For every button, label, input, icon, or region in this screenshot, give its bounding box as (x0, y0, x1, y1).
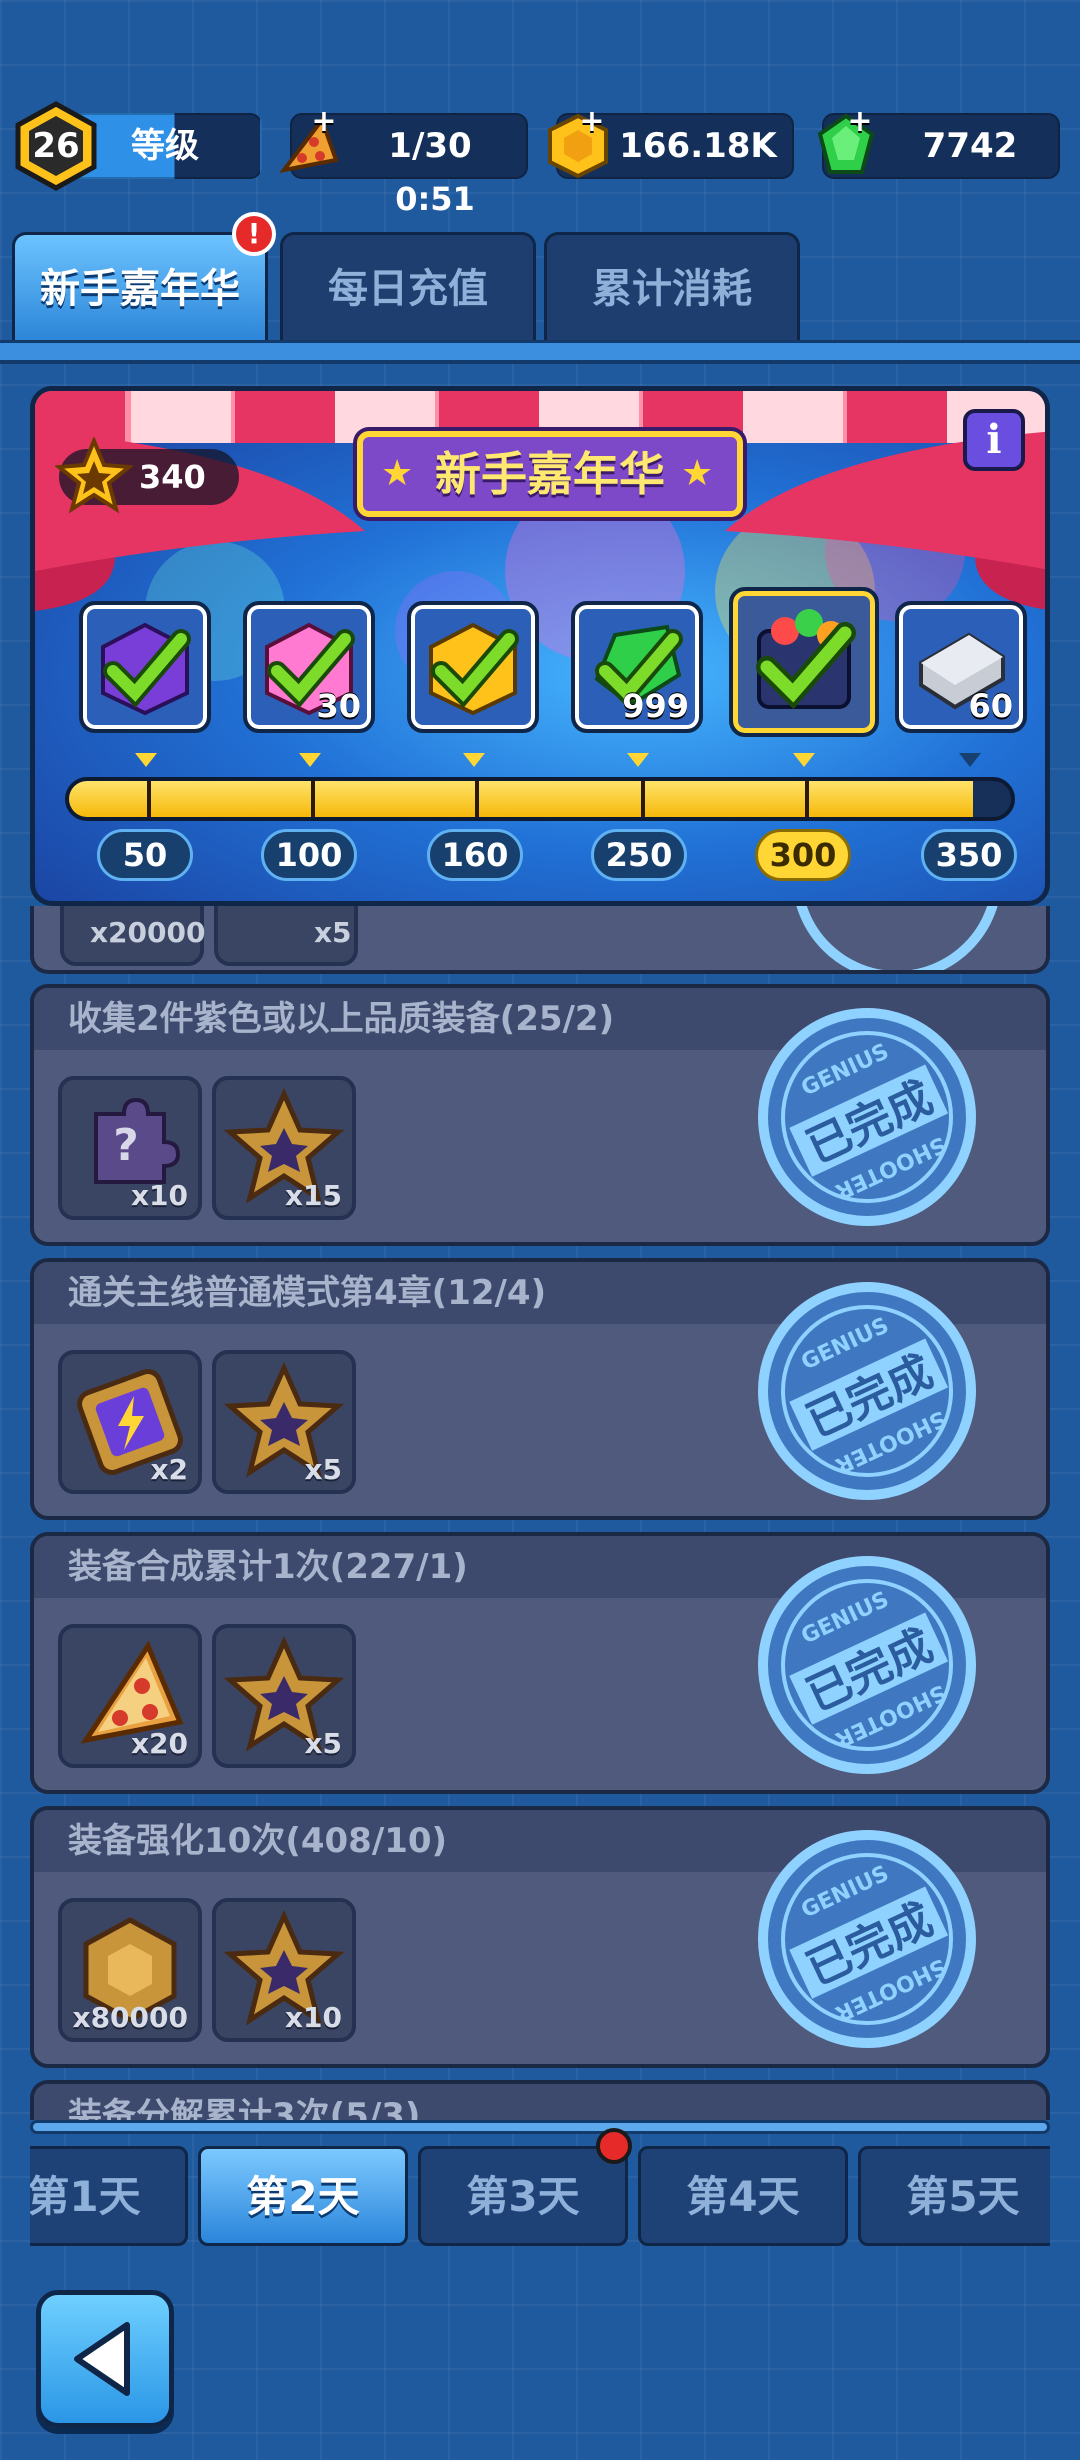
level-value: 26 (32, 126, 80, 166)
star-points-icon (55, 437, 133, 514)
reward-count: x5 (304, 1727, 342, 1760)
threshold-label: 350 (921, 829, 1017, 881)
task-title: 装备分解累计3次(5/3) (68, 2096, 421, 2120)
milestone-count: 30 (316, 687, 361, 725)
task-title: 装备合成累计1次(227/1) (68, 1547, 468, 1587)
reward-slot[interactable]: x10 (212, 1898, 356, 2042)
threshold-label: 250 (591, 829, 687, 881)
completed-stamp-icon: 已完成 GENIUS SHOOTER (758, 1282, 976, 1500)
event-banner: 340 ★ ★ 新手嘉年华 i 30 999 60 50 100 160 250… (30, 386, 1050, 906)
alert-badge-icon: ! (232, 212, 276, 256)
milestone-reward-3[interactable] (407, 601, 539, 733)
tab-underline (0, 340, 1080, 364)
reward-slot[interactable]: x20 (58, 1624, 202, 1768)
completed-stamp-icon: 已完成 GENIUS SHOOTER (758, 1556, 976, 1774)
task-title: 通关主线普通模式第4章(12/4) (68, 1273, 547, 1313)
task-title: 收集2件紫色或以上品质装备(25/2) (68, 999, 615, 1039)
completed-stamp-partial-icon (796, 906, 998, 970)
tab-day-2[interactable]: 第2天 (198, 2146, 408, 2246)
add-energy-icon[interactable]: + (310, 107, 338, 137)
tab-day-1[interactable]: 第1天 (30, 2146, 188, 2246)
gems-value: 7742 (922, 126, 1018, 166)
threshold-label: 160 (427, 829, 523, 881)
reward-count: x20 (130, 1727, 188, 1760)
tab-day-4[interactable]: 第4天 (638, 2146, 848, 2246)
reward-count: x15 (284, 1179, 342, 1212)
task-card-partial: x20000 x5 (30, 906, 1050, 974)
add-coins-icon[interactable]: + (578, 107, 606, 137)
day-alert-dot-icon (596, 2128, 632, 2164)
reward-count: x10 (130, 1179, 188, 1212)
reward-count: x20000 (90, 916, 206, 949)
gold-chest-icon (429, 622, 519, 716)
milestone-reward-4[interactable]: 999 (571, 601, 703, 733)
back-arrow-icon (74, 2322, 130, 2396)
day-tab-strip (30, 2120, 1050, 2134)
tab-cumulative-spend[interactable]: 累计消耗 (544, 232, 800, 340)
tab-day-3[interactable]: 第3天 (418, 2146, 628, 2246)
task-card: 通关主线普通模式第4章(12/4) x2 x5 已完成 GENIUS SHOOT… (30, 1258, 1050, 1520)
reward-slot[interactable]: x2 (58, 1350, 202, 1494)
milestone-count: 60 (968, 687, 1013, 725)
task-card: 装备合成累计1次(227/1) x20 x5 已完成 GENIUS SHOOTE… (30, 1532, 1050, 1794)
purple-chest-icon (101, 622, 191, 716)
milestone-pointer-icon (299, 753, 321, 767)
reward-count: x5 (314, 916, 352, 949)
milestone-reward-6[interactable]: 60 (895, 601, 1027, 733)
task-card: 收集2件紫色或以上品质装备(25/2) ? x10 x15 已完成 GENIUS… (30, 984, 1050, 1246)
milestone-reward-2[interactable]: 30 (243, 601, 375, 733)
threshold-label: 50 (97, 829, 193, 881)
mixed-gems-chest-icon (756, 609, 856, 710)
day-tabs-viewport: 第1天 第2天 第3天 第4天 第5天 (30, 2140, 1050, 2256)
milestone-pointer-icon (959, 753, 981, 767)
reward-slot[interactable]: ? x10 (58, 1076, 202, 1220)
reward-slot[interactable]: x15 (212, 1076, 356, 1220)
reward-count: x2 (150, 1453, 188, 1486)
reward-slot[interactable]: x5 (212, 1350, 356, 1494)
progress-dividers (147, 781, 809, 817)
svg-text:?: ? (113, 1120, 139, 1171)
tab-day-5[interactable]: 第5天 (858, 2146, 1050, 2246)
reward-count: x10 (284, 2001, 342, 2034)
banner-title: 新手嘉年华 (435, 447, 665, 501)
task-card: 装备强化10次(408/10) x80000 x10 已完成 GENIUS SH… (30, 1806, 1050, 2068)
reward-slot[interactable]: x5 (212, 1624, 356, 1768)
back-button[interactable] (36, 2290, 174, 2428)
milestone-count: 999 (622, 687, 689, 725)
level-label: 等级 (131, 126, 199, 166)
reward-count: x80000 (72, 2001, 188, 2034)
milestone-pointer-icon (135, 753, 157, 767)
milestone-pointer-icon (627, 753, 649, 767)
completed-stamp-icon: 已完成 GENIUS SHOOTER (758, 1008, 976, 1226)
energy-timer: 0:51 (395, 180, 475, 218)
points-value: 340 (139, 458, 206, 496)
completed-stamp-icon: 已完成 GENIUS SHOOTER (758, 1830, 976, 2048)
tab-daily-recharge[interactable]: 每日充值 (280, 232, 536, 340)
reward-slot[interactable]: x80000 (58, 1898, 202, 2042)
add-gems-icon[interactable]: + (846, 107, 874, 137)
coins-value: 166.18K (619, 126, 777, 166)
threshold-label: 100 (261, 829, 357, 881)
milestone-pointer-icon (463, 753, 485, 767)
tab-newbie-carnival[interactable]: 新手嘉年华 (12, 232, 268, 340)
info-button[interactable]: i (963, 409, 1025, 471)
task-card-partial-next: 装备分解累计3次(5/3) (30, 2080, 1050, 2120)
reward-count: x5 (304, 1453, 342, 1486)
energy-value: 1/30 (388, 126, 472, 166)
milestone-pointer-icon (793, 753, 815, 767)
milestone-reward-1[interactable] (79, 601, 211, 733)
task-title: 装备强化10次(408/10) (68, 1821, 448, 1861)
threshold-label-current: 300 (755, 829, 851, 881)
milestone-reward-5[interactable] (729, 587, 879, 737)
